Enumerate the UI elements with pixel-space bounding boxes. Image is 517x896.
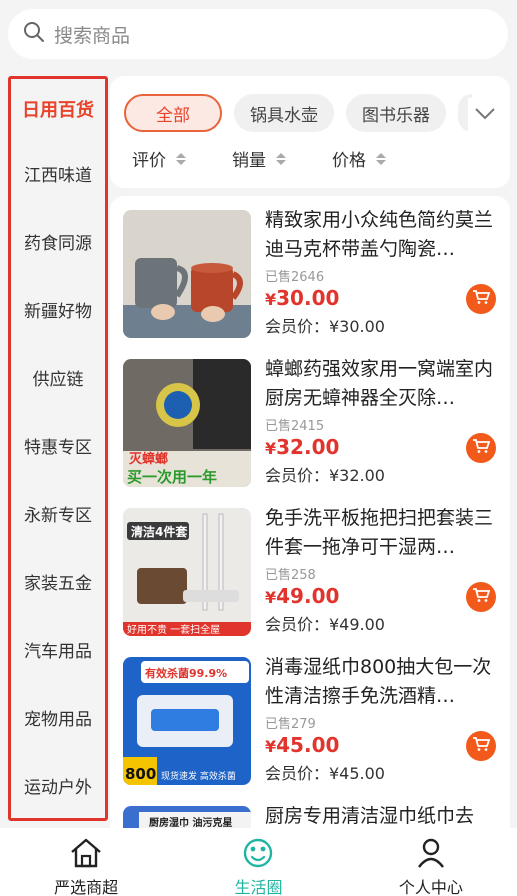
cart-icon xyxy=(472,587,491,607)
product-image-mop-set[interactable]: 清洁4件套 好用不贵 一套扫全屋 xyxy=(123,508,251,636)
product-card[interactable]: 精致家用小众纯色简约莫兰迪马克杯带盖勺陶瓷… 已售2646 ¥30.00 会员价… xyxy=(110,196,510,344)
product-name[interactable]: 蟑螂药强效家用一窝端室内厨房无蟑神器全灭除… xyxy=(265,355,500,413)
image-text: 有效杀菌99.9% xyxy=(145,666,227,680)
life-circle-icon xyxy=(242,838,274,872)
add-to-cart-button[interactable] xyxy=(466,731,496,761)
member-price: 会员价：¥32.00 xyxy=(265,466,385,485)
chevron-down-icon xyxy=(474,106,496,125)
product-price: ¥49.00 xyxy=(265,584,340,608)
product-name[interactable]: 消毒湿纸巾800抽大包一次性清洁擦手免洗酒精… xyxy=(265,653,500,711)
product-price: ¥45.00 xyxy=(265,733,340,757)
image-text: 灭蟑螂 xyxy=(128,451,168,467)
sort-options: 评价 销量 价格 xyxy=(132,146,432,171)
subcategory-tabs: 全部 锅具水壶 图书乐器 xyxy=(124,94,472,132)
product-image-wet-wipes[interactable]: 有效杀菌99.9% 800 现货速发 高效杀菌 xyxy=(123,657,251,785)
sort-label: 价格 xyxy=(332,151,366,171)
tab-books-instruments[interactable]: 图书乐器 xyxy=(346,94,446,132)
tab-all[interactable]: 全部 xyxy=(124,94,222,132)
product-list: 精致家用小众纯色简约莫兰迪马克杯带盖勺陶瓷… 已售2646 ¥30.00 会员价… xyxy=(110,196,510,828)
member-price: 会员价：¥45.00 xyxy=(265,764,385,783)
tab-label: 生活圈 xyxy=(234,878,283,896)
sidebar-item-medicine-food[interactable]: 药食同源 xyxy=(11,207,105,275)
sidebar-item-auto-supplies[interactable]: 汽车用品 xyxy=(11,615,105,683)
product-card[interactable]: 清洁4件套 好用不贵 一套扫全屋 免手洗平板拖把扫把套装三件套一拖净可干湿两… … xyxy=(110,494,510,642)
sort-rating[interactable]: 评价 xyxy=(132,146,186,171)
add-to-cart-button[interactable] xyxy=(466,284,496,314)
sold-count: 已售2646 xyxy=(265,270,325,285)
product-card[interactable]: 厨房湿巾 油污克星 厨房专用清洁湿巾纸巾去 xyxy=(110,792,510,828)
tab-personal-center[interactable]: 个人中心 xyxy=(345,828,517,896)
sidebar-item-supply-chain[interactable]: 供应链 xyxy=(11,343,105,411)
member-price: 会员价：¥30.00 xyxy=(265,317,385,336)
sort-label: 销量 xyxy=(232,151,266,171)
image-text: 厨房湿巾 油污克星 xyxy=(149,816,232,828)
image-text: 现货速发 高效杀菌 xyxy=(161,770,236,782)
product-card[interactable]: 灭蟑螂 买一次用一年 蟑螂药强效家用一窝端室内厨房无蟑神器全灭除… 已售2415… xyxy=(110,345,510,493)
expand-tabs-button[interactable] xyxy=(468,98,502,132)
bottom-tab-bar: 严选商超 生活圈 个人中心 xyxy=(0,828,517,896)
add-to-cart-button[interactable] xyxy=(466,433,496,463)
product-card[interactable]: 有效杀菌99.9% 800 现货速发 高效杀菌 消毒湿纸巾800抽大包一次性清洁… xyxy=(110,643,510,791)
product-name[interactable]: 精致家用小众纯色简约莫兰迪马克杯带盖勺陶瓷… xyxy=(265,206,500,264)
search-icon xyxy=(22,20,46,48)
cart-icon xyxy=(472,289,491,309)
product-price: ¥32.00 xyxy=(265,435,340,459)
product-name[interactable]: 免手洗平板拖把扫把套装三件套一拖净可干湿两… xyxy=(265,504,500,562)
filter-panel: 全部 锅具水壶 图书乐器 评价 销量 价格 xyxy=(110,76,510,188)
tab-yanxuan-mall[interactable]: 严选商超 xyxy=(0,828,172,896)
home-icon xyxy=(69,838,103,872)
image-text: 清洁4件套 xyxy=(131,524,188,539)
product-image-kitchen-wipes[interactable]: 厨房湿巾 油污克星 xyxy=(123,806,251,828)
image-text: 好用不贵 一套扫全屋 xyxy=(127,623,220,636)
sold-count: 已售2415 xyxy=(265,419,325,434)
tab-cookware[interactable]: 锅具水壶 xyxy=(234,94,334,132)
add-to-cart-button[interactable] xyxy=(466,582,496,612)
tab-life-circle[interactable]: 生活圈 xyxy=(172,828,344,896)
sidebar-item-xinjiang-goods[interactable]: 新疆好物 xyxy=(11,275,105,343)
sort-arrows-icon xyxy=(376,152,386,165)
sold-count: 已售258 xyxy=(265,568,316,583)
sidebar-item-outdoor-sports[interactable]: 运动户外 xyxy=(11,751,105,819)
sort-arrows-icon xyxy=(276,152,286,165)
sort-arrows-icon xyxy=(176,152,186,165)
product-price: ¥30.00 xyxy=(265,286,340,310)
search-bar[interactable]: 搜索商品 xyxy=(8,9,508,59)
sidebar-item-pet-supplies[interactable]: 宠物用品 xyxy=(11,683,105,751)
sold-count: 已售279 xyxy=(265,717,316,732)
cart-icon xyxy=(472,438,491,458)
sidebar-item-special-offers[interactable]: 特惠专区 xyxy=(11,411,105,479)
sort-label: 评价 xyxy=(132,151,166,171)
user-icon xyxy=(416,838,446,872)
image-text: 800 xyxy=(125,765,156,783)
product-name[interactable]: 厨房专用清洁湿巾纸巾去 xyxy=(265,802,500,828)
sort-sales[interactable]: 销量 xyxy=(232,146,286,171)
member-price: 会员价：¥49.00 xyxy=(265,615,385,634)
image-text: 买一次用一年 xyxy=(127,468,217,486)
cart-icon xyxy=(472,736,491,756)
sidebar-item-home-hardware[interactable]: 家装五金 xyxy=(11,547,105,615)
product-image-roach-bait[interactable]: 灭蟑螂 买一次用一年 xyxy=(123,359,251,487)
tab-label: 严选商超 xyxy=(54,878,119,896)
sort-price[interactable]: 价格 xyxy=(332,146,386,171)
search-input[interactable]: 搜索商品 xyxy=(54,21,130,48)
product-image-mug[interactable] xyxy=(123,210,251,338)
sidebar-item-jiangxi-flavor[interactable]: 江西味道 xyxy=(11,139,105,207)
sidebar-item-daily-goods[interactable]: 日用百货 xyxy=(11,79,105,139)
sidebar-item-yongxin-zone[interactable]: 永新专区 xyxy=(11,479,105,547)
category-sidebar: 日用百货 江西味道 药食同源 新疆好物 供应链 特惠专区 永新专区 家装五金 汽… xyxy=(8,76,108,821)
tab-label: 个人中心 xyxy=(398,878,463,896)
